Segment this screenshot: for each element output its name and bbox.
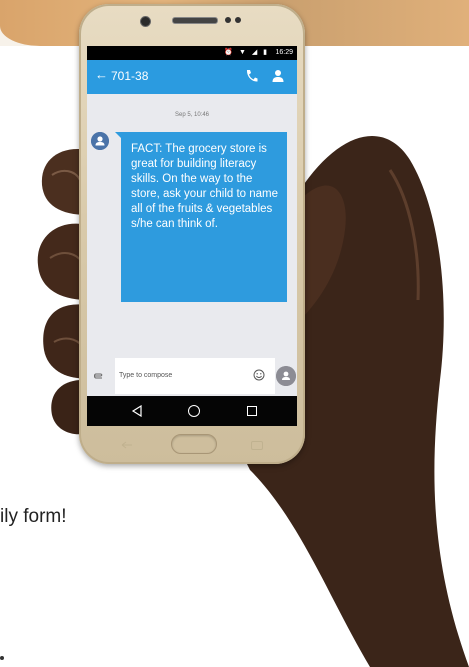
hardware-home-button[interactable] (171, 434, 217, 454)
nav-recent-icon[interactable] (247, 406, 257, 416)
hardware-recent-icon[interactable] (251, 441, 263, 450)
contact-title: 701-38 (111, 69, 149, 83)
send-icon[interactable] (276, 366, 296, 386)
nav-home-icon[interactable] (188, 405, 200, 417)
background-caption-text: ily form! (0, 506, 67, 527)
avatar (91, 132, 109, 150)
compose-placeholder: Type to compose (119, 372, 173, 379)
front-camera (140, 16, 151, 27)
message-text: FACT: The grocery store is great for bui… (131, 143, 279, 230)
status-time: 16:29 (275, 49, 293, 56)
paperclip-icon[interactable] (93, 370, 105, 382)
app-bar: ← 701-38 (87, 60, 297, 94)
status-icons: ⏰ ▼ ◢ ▮ (224, 49, 269, 56)
phone-screen: ⏰ ▼ ◢ ▮ 16:29 ← 701-38 Sep 5, 10:46 FACT… (87, 46, 297, 426)
proximity-sensor (225, 17, 231, 23)
status-bar: ⏰ ▼ ◢ ▮ 16:29 (87, 46, 297, 60)
emoji-icon[interactable] (253, 369, 265, 381)
hardware-back-icon[interactable] (121, 441, 133, 450)
phone-device: ⏰ ▼ ◢ ▮ 16:29 ← 701-38 Sep 5, 10:46 FACT… (79, 4, 305, 464)
phone-icon[interactable] (244, 68, 258, 84)
person-icon[interactable] (271, 68, 285, 84)
message-timestamp: Sep 5, 10:46 (174, 112, 210, 118)
light-sensor (235, 17, 241, 23)
nav-back-icon[interactable] (131, 405, 143, 417)
arrow-left-icon[interactable]: ← (95, 67, 108, 82)
earpiece-speaker (172, 17, 218, 24)
background-dot (0, 656, 4, 660)
